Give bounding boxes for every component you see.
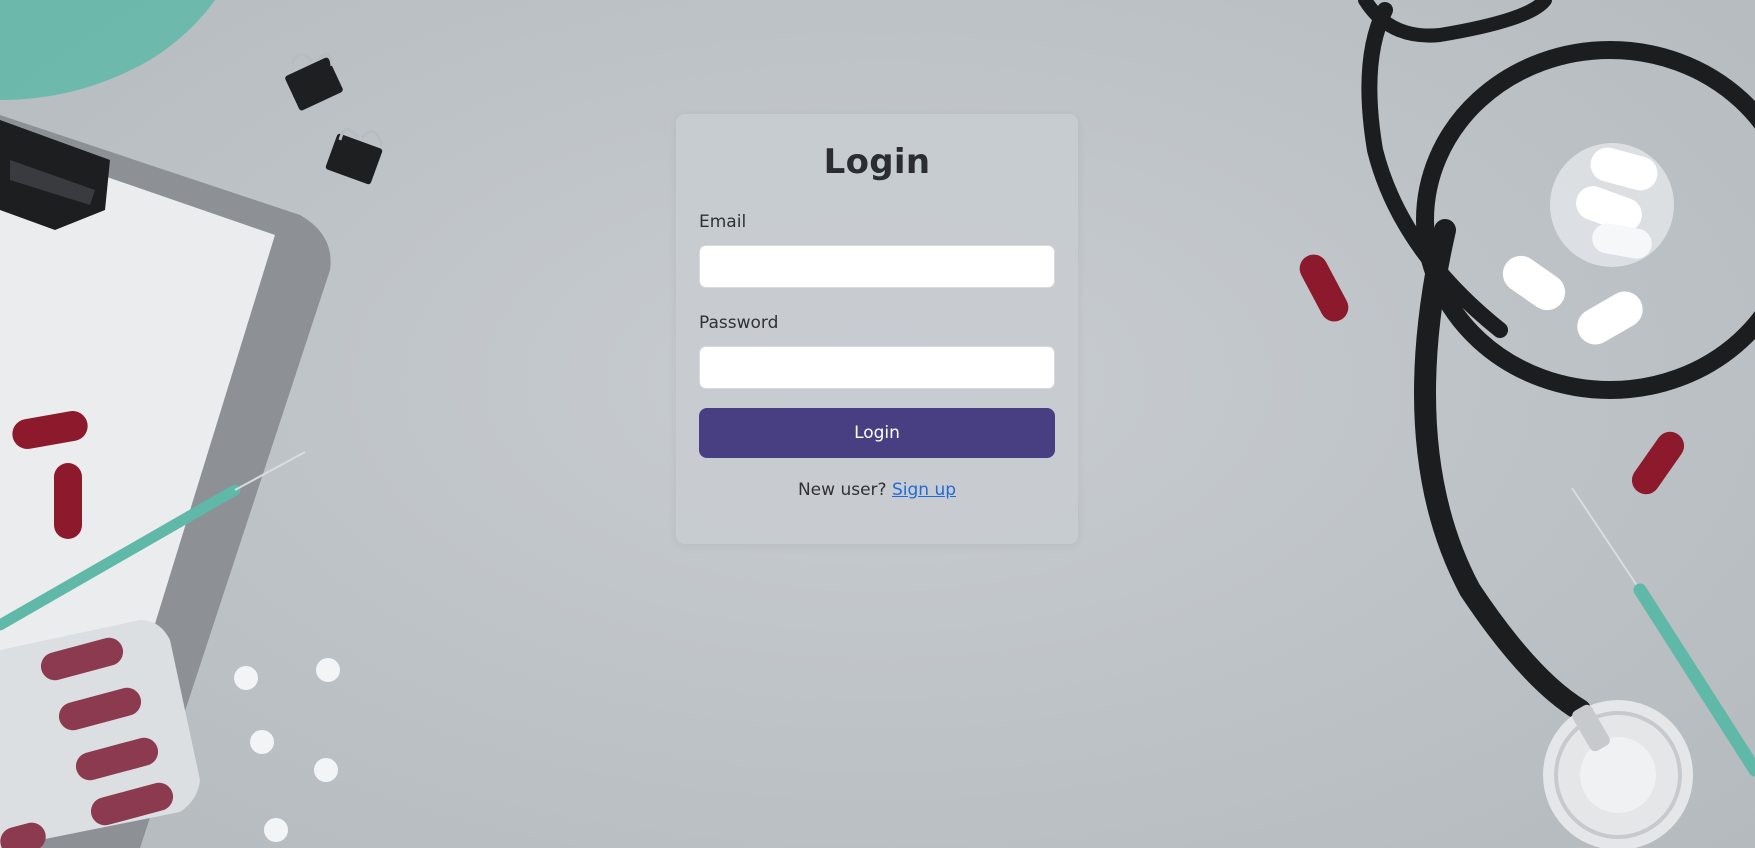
binder-clip-icon	[285, 52, 343, 111]
login-button[interactable]: Login	[699, 408, 1055, 458]
syringe-icon	[0, 451, 306, 631]
clipboard-icon	[0, 115, 331, 848]
syringe-icon	[1571, 487, 1755, 777]
signup-link[interactable]: Sign up	[892, 480, 956, 500]
stethoscope-chestpiece-icon	[1543, 700, 1693, 848]
pill-blister-icon	[0, 620, 200, 848]
capsule-icon	[54, 463, 82, 539]
password-label: Password	[699, 313, 779, 333]
email-field[interactable]	[699, 245, 1055, 288]
capsule-icon	[1299, 254, 1349, 322]
login-title: Login	[823, 142, 931, 182]
pill-jar-icon	[1550, 143, 1674, 267]
tablet-icon	[234, 658, 340, 842]
password-field[interactable]	[699, 346, 1055, 389]
stethoscope-icon	[1358, 0, 1755, 721]
signup-row: New user? Sign up	[699, 480, 1055, 500]
new-user-prompt: New user?	[797, 480, 887, 500]
capsule-icon	[1631, 431, 1685, 495]
login-card: Login Email Password Login New user? Sig…	[676, 114, 1078, 544]
tablet-icon	[1577, 291, 1643, 345]
tablet-icon	[1502, 255, 1566, 311]
surgical-cloth-icon	[0, 0, 215, 100]
binder-clip-icon	[325, 128, 384, 185]
capsule-icon	[12, 411, 88, 449]
email-label: Email	[699, 212, 747, 232]
